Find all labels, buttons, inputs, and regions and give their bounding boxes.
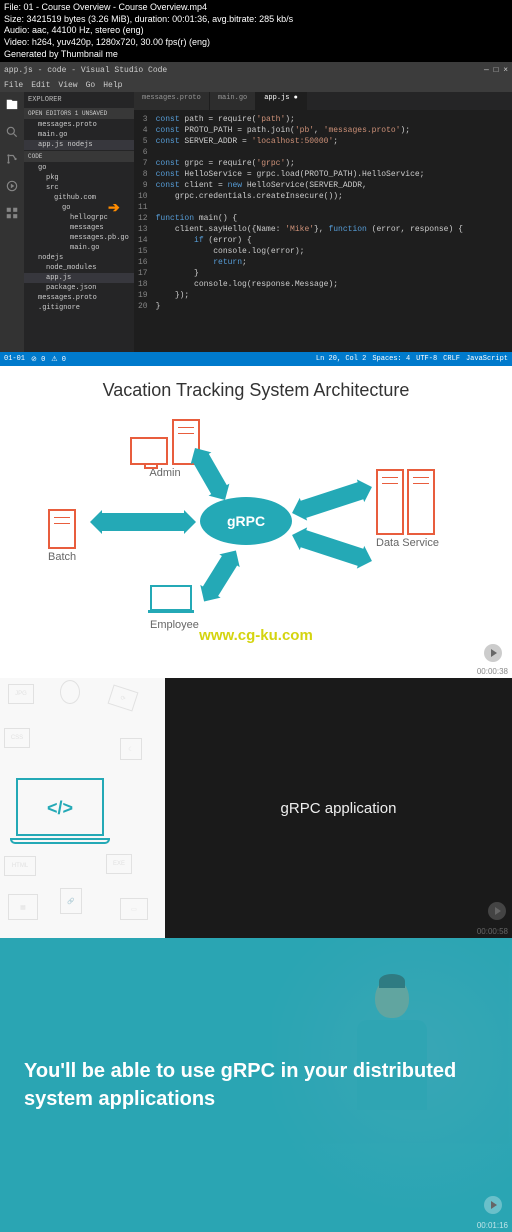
play-button[interactable] xyxy=(488,902,506,920)
status-bar: 01-01 ⊘ 0 ⚠ 0 Ln 20, Col 2 Spaces: 4 UTF-8 CR… xyxy=(0,352,512,366)
slide-grpc-app: JPG ⟳ CSS ☾ HTML EXE ▦ 🔗 ▭ gRPC applicat… xyxy=(0,678,512,938)
timestamp: 00:00:58 xyxy=(477,927,508,936)
file[interactable]: .gitignore xyxy=(24,303,134,313)
timestamp: 00:00:38 xyxy=(477,667,508,676)
window-title: app.js - code - Visual Studio Code xyxy=(4,66,167,75)
folder[interactable]: nodejs xyxy=(24,253,134,263)
vscode-window: app.js - code - Visual Studio Code ― □ ×… xyxy=(0,62,512,366)
folder[interactable]: src xyxy=(24,183,134,193)
menu-file[interactable]: File xyxy=(4,81,23,90)
encoding[interactable]: UTF-8 xyxy=(416,355,437,363)
slide-right-text: gRPC application 00:00:58 xyxy=(165,678,512,938)
menu-go[interactable]: Go xyxy=(86,81,96,90)
lang[interactable]: JavaScript xyxy=(466,355,508,363)
arrow-icon xyxy=(100,513,186,531)
slide-outcome: You'll be able to use gRPC in your distr… xyxy=(0,938,512,1232)
timestamp: 00:01:16 xyxy=(477,1221,508,1230)
indent[interactable]: Spaces: 4 xyxy=(372,355,410,363)
file[interactable]: package.json xyxy=(24,283,134,293)
window-controls[interactable]: ― □ × xyxy=(484,66,508,75)
warnings[interactable]: ⚠ 0 xyxy=(51,355,66,364)
search-icon[interactable] xyxy=(5,125,19,142)
git-icon[interactable] xyxy=(5,152,19,169)
folder[interactable]: messages xyxy=(24,223,134,233)
video-metadata: File: 01 - Course Overview - Course Over… xyxy=(0,0,512,62)
git-branch[interactable]: 01-01 xyxy=(4,355,25,364)
explorer-icon[interactable] xyxy=(5,98,19,115)
window-titlebar: app.js - code - Visual Studio Code ― □ × xyxy=(0,62,512,78)
arrow-icon xyxy=(299,530,365,567)
node-dataservice: Data Service xyxy=(376,469,439,549)
file[interactable]: app.js xyxy=(24,273,134,283)
slide-text: You'll be able to use gRPC in your distr… xyxy=(24,1057,488,1113)
open-editors-section[interactable]: OPEN EDITORS 1 UNSAVED xyxy=(24,108,134,119)
folder[interactable]: pkg xyxy=(24,173,134,183)
pointer-arrow-icon: ➔ xyxy=(108,200,120,220)
menu-edit[interactable]: Edit xyxy=(31,81,50,90)
errors[interactable]: ⊘ 0 xyxy=(31,355,45,364)
folder[interactable]: node_modules xyxy=(24,263,134,273)
open-file[interactable]: main.go xyxy=(24,130,134,140)
open-file[interactable]: messages.proto xyxy=(24,120,134,130)
extensions-icon[interactable] xyxy=(5,206,19,223)
file[interactable]: main.go xyxy=(24,243,134,253)
file[interactable]: messages.pb.go xyxy=(24,233,134,243)
node-batch: Batch xyxy=(48,509,76,563)
cursor-pos[interactable]: Ln 20, Col 2 xyxy=(316,355,366,363)
menubar[interactable]: File Edit View Go Help xyxy=(0,78,512,92)
node-admin: Admin xyxy=(130,419,200,479)
code-editor[interactable]: ➔ 34567891011121314151617181920 const pa… xyxy=(134,110,512,316)
menu-help[interactable]: Help xyxy=(103,81,122,90)
editor-tabs: messages.proto main.go app.js ● xyxy=(134,92,512,110)
explorer-title: EXPLORER xyxy=(24,92,134,108)
node-employee: Employee xyxy=(150,585,199,631)
debug-icon[interactable] xyxy=(5,179,19,196)
workspace-section[interactable]: CODE xyxy=(24,151,134,162)
laptop-icon xyxy=(16,778,104,836)
menu-view[interactable]: View xyxy=(58,81,77,90)
tab[interactable]: main.go xyxy=(210,92,256,110)
tab[interactable]: messages.proto xyxy=(134,92,210,110)
tab-active[interactable]: app.js ● xyxy=(256,92,307,110)
laptop-base-icon xyxy=(10,838,110,844)
editor-area: messages.proto main.go app.js ● ➔ 345678… xyxy=(134,92,512,352)
slide-architecture: Vacation Tracking System Architecture Ad… xyxy=(0,366,512,678)
arrow-icon xyxy=(202,555,238,598)
watermark: www.cg-ku.com xyxy=(199,627,313,644)
explorer-sidebar: EXPLORER OPEN EDITORS 1 UNSAVED messages… xyxy=(24,92,134,352)
play-button[interactable] xyxy=(484,644,502,662)
activity-bar xyxy=(0,92,24,352)
eol[interactable]: CRLF xyxy=(443,355,460,363)
arrow-icon xyxy=(299,482,365,519)
file[interactable]: messages.proto xyxy=(24,293,134,303)
folder[interactable]: go xyxy=(24,163,134,173)
slide-title: Vacation Tracking System Architecture xyxy=(0,366,512,409)
open-file[interactable]: app.js nodejs xyxy=(24,140,134,150)
slide-left-pattern: JPG ⟳ CSS ☾ HTML EXE ▦ 🔗 ▭ xyxy=(0,678,165,938)
